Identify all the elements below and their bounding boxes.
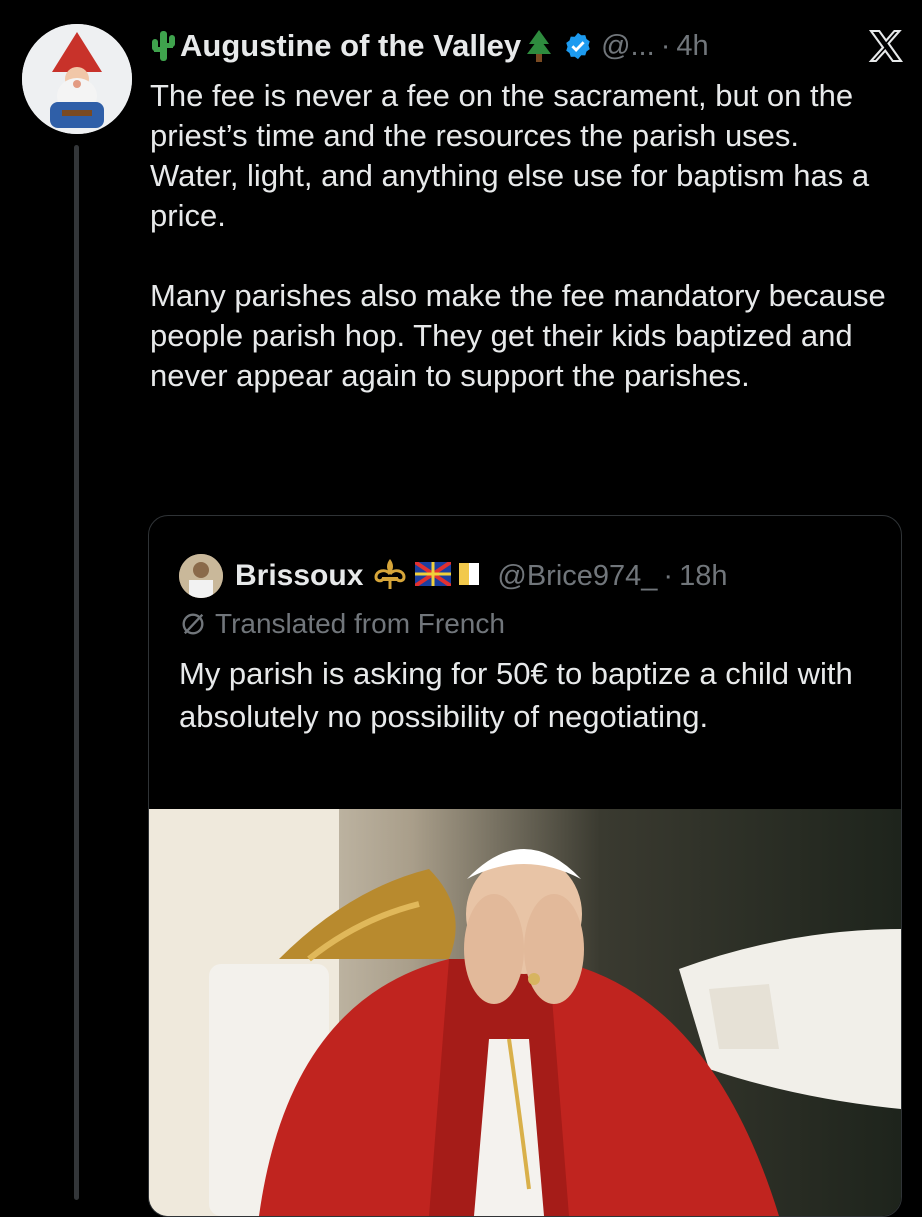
translated-label-text: Translated from French xyxy=(215,608,505,639)
translate-icon xyxy=(182,613,204,635)
fleur-de-lis-icon xyxy=(371,557,409,596)
separator-dot: · xyxy=(660,29,671,62)
separator-dot: · xyxy=(663,559,674,592)
tweet-body: The fee is never a fee on the sacrament,… xyxy=(150,76,890,436)
tweet-header: Augustine of the Valley @... · 4h xyxy=(150,26,908,66)
verified-badge-icon[interactable] xyxy=(563,31,593,61)
quoted-tweet-header: Brissoux @Brice974_ · 18h xyxy=(179,554,891,598)
author-avatar[interactable] xyxy=(22,24,132,134)
x-logo-icon[interactable] xyxy=(868,28,904,69)
author-name[interactable]: Augustine of the Valley xyxy=(180,28,521,64)
flag-icon xyxy=(414,559,453,591)
quoted-tweet-time[interactable]: 18h xyxy=(679,560,727,593)
translated-label[interactable]: Translated from French xyxy=(179,608,505,640)
flag-icon xyxy=(457,561,481,592)
thread-connector-line xyxy=(74,145,79,1200)
quoted-author-handle[interactable]: @Brice974_ xyxy=(497,560,657,593)
tweet-paragraph: Many parishes also make the fee mandator… xyxy=(150,278,886,393)
quoted-author-avatar[interactable] xyxy=(179,554,223,598)
cactus-emoji xyxy=(150,29,176,63)
evergreen-tree-emoji xyxy=(525,28,553,64)
tweet-time[interactable]: 4h xyxy=(676,30,708,63)
quoted-tweet-card[interactable]: Brissoux @Brice974_ · 18h Translated fro… xyxy=(148,515,902,1217)
quoted-tweet-text: My parish is asking for 50€ to baptize a… xyxy=(179,656,853,734)
quoted-tweet-image[interactable] xyxy=(149,809,901,1216)
author-handle[interactable]: @... xyxy=(601,30,655,63)
tweet-paragraph: The fee is never a fee on the sacrament,… xyxy=(150,78,870,233)
quoted-author-name[interactable]: Brissoux xyxy=(235,559,363,593)
